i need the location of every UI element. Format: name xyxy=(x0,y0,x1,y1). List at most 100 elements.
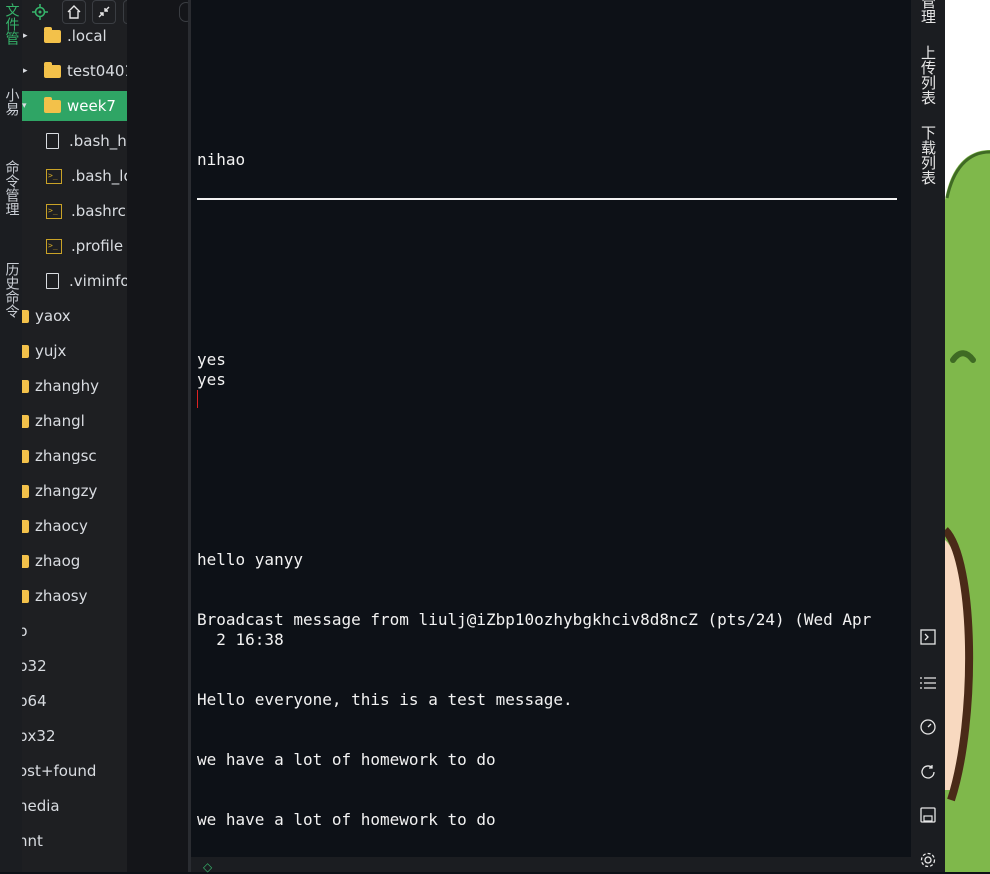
tree-item-label: .profile xyxy=(71,237,124,255)
folder-icon xyxy=(22,414,29,428)
terminal-input-bar[interactable]: ◇ xyxy=(191,857,911,874)
tree-item-label: .bash_h xyxy=(69,132,127,150)
rail-tab-xiaoyi[interactable]: 小易 xyxy=(0,88,22,116)
terminal-cursor xyxy=(197,390,198,408)
terminal-line: Hello everyone, this is a test message. xyxy=(197,690,573,709)
terminal-line: we have a lot of homework to do xyxy=(197,810,496,829)
list-button[interactable] xyxy=(919,674,937,692)
script-file-icon: >_ xyxy=(46,238,62,254)
rail-tab-command-manager[interactable]: 命令管理 xyxy=(0,160,22,216)
save-icon xyxy=(920,807,936,823)
folder-icon xyxy=(44,96,61,113)
terminal-line: 2 16:38 xyxy=(197,630,284,649)
tree-item-label: b32 xyxy=(22,657,47,675)
tree-item[interactable]: b64 xyxy=(22,686,47,716)
folder-icon xyxy=(22,589,29,603)
tree-item[interactable]: nnt xyxy=(22,826,43,856)
folder-icon xyxy=(22,554,29,568)
locate-icon xyxy=(32,4,48,20)
tree-item[interactable]: >_ .bash_lo xyxy=(46,161,127,191)
terminal-button[interactable] xyxy=(919,628,937,646)
tree-item-label: ost+found xyxy=(22,762,97,780)
chevron-down-icon[interactable]: ▾ xyxy=(22,101,27,111)
tree-item-label: yujx xyxy=(35,342,67,360)
rail-tab-file-manager[interactable]: 文件管 xyxy=(0,0,22,48)
file-icon xyxy=(46,273,59,289)
tree-item-label: nnt xyxy=(22,832,43,850)
tree-item[interactable]: ▸ .local xyxy=(23,21,107,51)
script-file-icon: >_ xyxy=(46,203,62,219)
settings-button[interactable] xyxy=(919,851,937,869)
list-icon xyxy=(920,677,936,689)
rail-tab-history-commands[interactable]: 历史命令 xyxy=(0,262,22,318)
rail-tab-upload-list[interactable]: 上传列表 xyxy=(911,45,945,105)
folder-icon xyxy=(22,379,29,393)
folder-icon xyxy=(22,344,29,358)
home-icon xyxy=(67,5,81,19)
tree-item[interactable]: bx32 xyxy=(22,721,56,751)
tree-item[interactable]: yujx xyxy=(22,336,66,366)
tree-item[interactable]: b32 xyxy=(22,651,47,681)
tree-item[interactable]: zhaosy xyxy=(22,581,87,611)
tree-item[interactable]: >_ .bashrc xyxy=(46,196,126,226)
folder-icon xyxy=(22,484,29,498)
tree-item[interactable]: zhangzy xyxy=(22,476,97,506)
tree-item[interactable]: zhangsc xyxy=(22,441,97,471)
tree-item[interactable]: >_ .profile xyxy=(46,231,123,261)
tree-item[interactable]: zhangl xyxy=(22,406,85,436)
tree-item-label: zhangzy xyxy=(35,482,98,500)
tree-item[interactable]: ▾ week7 xyxy=(22,91,127,121)
terminal-line: Broadcast message from liulj@iZbp10ozhyb… xyxy=(197,610,872,629)
chevron-right-icon[interactable]: ▸ xyxy=(23,31,28,41)
folder-icon xyxy=(22,309,29,323)
collapse-arrows-icon xyxy=(98,6,110,18)
tree-item[interactable]: b xyxy=(22,616,28,646)
tree-item-label: test0401 xyxy=(67,62,127,80)
file-tree: ▸.local▸test0401▾week7.bash_h>_.bash_lo>… xyxy=(22,0,127,872)
tree-item[interactable]: nedia xyxy=(22,791,60,821)
terminal-line: yes xyxy=(197,370,226,389)
cartoon-illustration xyxy=(945,0,990,872)
terminal-line: hello yanyy xyxy=(197,550,303,569)
tree-item-label: .viminfo xyxy=(69,272,127,290)
rail-tab-management[interactable]: 管理 xyxy=(911,0,945,26)
folder-icon xyxy=(22,519,29,533)
refresh-icon xyxy=(921,765,935,779)
tree-item[interactable]: yaox xyxy=(22,301,71,331)
tree-item-label: b64 xyxy=(22,692,47,710)
tree-item[interactable]: ▸ test0401 xyxy=(23,56,127,86)
script-file-icon: >_ xyxy=(46,168,62,184)
terminal-line: yes xyxy=(197,350,226,369)
tree-item-label: nedia xyxy=(22,797,60,815)
tree-item[interactable]: zhaocy xyxy=(22,511,88,541)
panel-gap xyxy=(127,0,193,872)
rail-tab-download-list[interactable]: 下载列表 xyxy=(911,125,945,185)
tree-item-label: b xyxy=(22,622,28,640)
tree-item-label: week7 xyxy=(67,97,116,115)
tree-item[interactable]: .viminfo xyxy=(46,266,127,296)
chevron-right-icon[interactable]: ▸ xyxy=(23,66,28,76)
tree-item[interactable]: zhaog xyxy=(22,546,80,576)
gear-icon xyxy=(920,852,936,868)
terminal-output[interactable]: nihao yes yes hello yanyy Broadcast mess… xyxy=(191,0,911,857)
tree-item[interactable]: ost+found xyxy=(22,756,96,786)
tree-item-label: .bash_lo xyxy=(71,167,127,185)
terminal-line: nihao xyxy=(197,150,246,169)
terminal-line: we have a lot of homework to do xyxy=(197,750,496,769)
folder-icon xyxy=(22,449,29,463)
monitor-button[interactable] xyxy=(919,718,937,736)
file-icon xyxy=(46,133,59,149)
folder-icon xyxy=(44,26,61,43)
tree-item-label: zhanghy xyxy=(35,377,99,395)
save-button[interactable] xyxy=(919,806,937,824)
left-tab-rail: 文件管 小易 命令管理 历史命令 xyxy=(0,0,22,872)
terminal-rule xyxy=(197,198,897,200)
tree-item[interactable]: zhanghy xyxy=(22,371,99,401)
refresh-button[interactable] xyxy=(919,763,937,781)
tree-item-label: zhaocy xyxy=(35,517,88,535)
tree-item-label: zhangsc xyxy=(35,447,97,465)
tree-item-label: .bashrc xyxy=(71,202,126,220)
tree-item-label: yaox xyxy=(35,307,71,325)
tree-item[interactable]: .bash_h xyxy=(46,126,127,156)
right-tab-rail: 管理 上传列表 下载列表 xyxy=(911,0,945,872)
